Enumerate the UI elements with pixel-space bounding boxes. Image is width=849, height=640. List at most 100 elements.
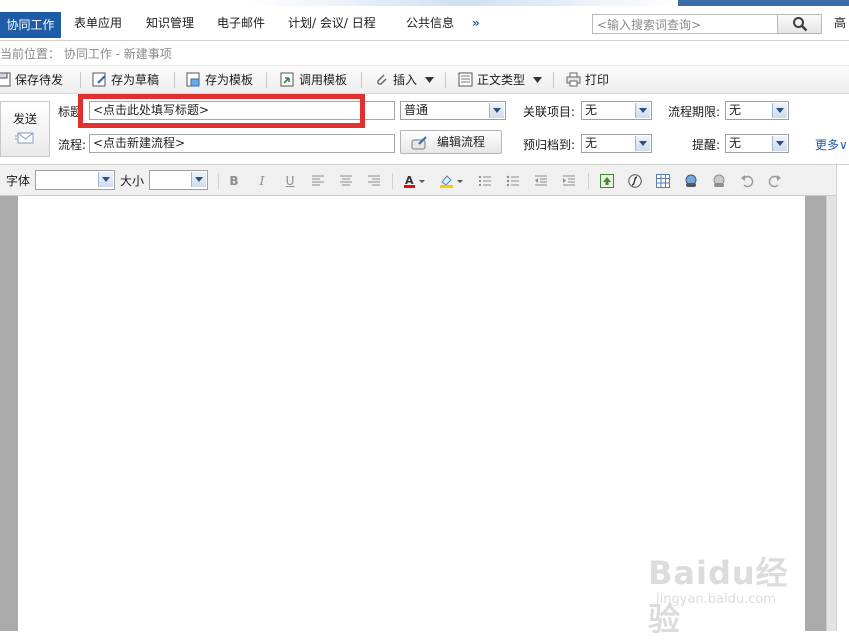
size-select[interactable] — [149, 170, 208, 190]
nav-tab-collab-work[interactable]: 协同工作 — [0, 12, 61, 38]
search-icon — [793, 17, 808, 32]
toolbar-divider — [361, 72, 362, 88]
print-label: 打印 — [585, 73, 610, 87]
title-highlight-box — [78, 94, 365, 128]
paperclip-icon — [377, 74, 387, 85]
nav-advanced-link[interactable]: 高 — [834, 14, 846, 31]
nav-tab-form-apps[interactable]: 表单应用 — [74, 12, 122, 34]
toolbar-divider — [218, 173, 219, 189]
insert-table-icon[interactable] — [656, 174, 670, 188]
right-panel-edge — [836, 165, 849, 631]
archive-select[interactable]: 无 — [581, 134, 652, 153]
edit-flow-label: 编辑流程 — [437, 135, 486, 149]
search-input[interactable]: <输入搜索词查询> — [592, 14, 778, 34]
redo-icon[interactable] — [768, 174, 782, 188]
toolbar-divider — [266, 72, 267, 88]
action-toolbar: 保存待发 存为草稿 存为模板 调用模板 插入 正文类型 打印 — [0, 66, 849, 94]
dropdown-arrow-icon[interactable] — [635, 136, 650, 151]
editor-toolbar: 字体 大小 B I U A — [0, 165, 849, 196]
italic-button[interactable]: I — [255, 174, 269, 188]
more-label: 更多 — [815, 138, 840, 152]
use-template-button[interactable]: 调用模板 — [280, 71, 347, 89]
deadline-select[interactable]: 无 — [725, 101, 789, 120]
template-save-icon — [186, 72, 200, 87]
toolbar-divider — [174, 72, 175, 88]
insert-menu-button[interactable]: 插入 — [374, 71, 434, 89]
save-draft-button[interactable]: 存为草稿 — [92, 71, 159, 89]
double-chevron-down-icon: ∨ — [839, 138, 848, 152]
dropdown-arrow-icon[interactable] — [635, 103, 650, 118]
remind-select[interactable]: 无 — [725, 134, 789, 153]
bold-button[interactable]: B — [227, 174, 241, 188]
undo-icon[interactable] — [740, 174, 754, 188]
remind-label: 提醒: — [692, 138, 721, 152]
remove-link-icon[interactable] — [712, 174, 726, 188]
more-options-link[interactable]: 更多∨ — [815, 136, 848, 153]
main-nav: 协同工作 表单应用 知识管理 电子邮件 计划/ 会议/ 日程 公共信息 » <输… — [0, 6, 849, 41]
priority-value: 普通 — [404, 103, 429, 117]
dropdown-caret-icon — [424, 77, 434, 83]
remind-value: 无 — [729, 136, 742, 150]
save-icon — [0, 72, 11, 87]
align-left-icon[interactable] — [311, 174, 325, 188]
save-draft-label: 存为草稿 — [111, 73, 160, 87]
nav-tab-knowledge[interactable]: 知识管理 — [146, 12, 194, 34]
flow-label: 流程: — [58, 138, 87, 152]
deadline-value: 无 — [729, 103, 742, 117]
save-pending-button[interactable]: 保存待发 — [0, 71, 63, 89]
archive-value: 无 — [585, 136, 598, 150]
nav-tab-plan-meeting[interactable]: 计划/ 会议/ 日程 — [288, 12, 376, 34]
toolbar-divider — [392, 173, 393, 189]
nav-more-arrows[interactable]: » — [472, 12, 480, 34]
indent-icon[interactable] — [562, 174, 576, 188]
use-template-label: 调用模板 — [299, 73, 348, 87]
related-project-label: 关联项目: — [523, 105, 576, 119]
baidu-watermark: Baidu经验 jingyan.baidu.com — [648, 548, 808, 638]
nav-tab-public-info[interactable]: 公共信息 — [406, 12, 454, 34]
edit-flow-button[interactable]: 编辑流程 — [400, 130, 502, 154]
numbered-list-icon[interactable] — [478, 174, 492, 188]
dropdown-arrow-icon[interactable] — [772, 103, 787, 118]
related-project-select[interactable]: 无 — [581, 101, 652, 120]
body-type-label: 正文类型 — [477, 73, 526, 87]
dropdown-arrow-icon[interactable] — [772, 136, 787, 151]
font-color-icon[interactable]: A — [404, 174, 428, 188]
flow-input[interactable]: <点击新建流程> — [89, 134, 395, 153]
watermark-url: jingyan.baidu.com — [656, 592, 776, 607]
related-project-value: 无 — [585, 103, 598, 117]
toolbar-divider — [445, 72, 446, 88]
size-label: 大小 — [120, 174, 145, 188]
toolbar-divider — [80, 72, 81, 88]
print-button[interactable]: 打印 — [566, 71, 609, 89]
body-type-menu-button[interactable]: 正文类型 — [458, 71, 542, 89]
item-form: 发送 标题 <点击此处填写标题> 普通 关联项目: 无 流程期限: 无 流程: … — [0, 94, 849, 165]
dropdown-arrow-icon[interactable] — [489, 103, 504, 118]
search-button[interactable] — [778, 14, 822, 34]
envelope-icon — [15, 132, 34, 144]
insert-image-icon[interactable] — [600, 174, 614, 188]
priority-select[interactable]: 普通 — [400, 101, 506, 120]
nav-tab-email[interactable]: 电子邮件 — [217, 12, 265, 34]
insert-flash-icon[interactable] — [628, 174, 642, 188]
send-button[interactable]: 发送 — [0, 101, 50, 157]
outdent-icon[interactable] — [534, 174, 548, 188]
align-center-icon[interactable] — [339, 174, 353, 188]
highlight-color-icon[interactable] — [440, 174, 466, 188]
save-pending-label: 保存待发 — [15, 73, 64, 87]
template-load-icon — [280, 72, 294, 87]
dropdown-arrow-icon[interactable] — [98, 172, 113, 187]
document-icon — [458, 72, 473, 87]
send-label: 发送 — [12, 112, 37, 126]
archive-label: 预归档到: — [523, 138, 576, 152]
underline-button[interactable]: U — [283, 174, 297, 188]
draft-icon — [92, 72, 106, 87]
breadcrumb: 当前位置： 协同工作 - 新建事项 — [0, 41, 849, 66]
toolbar-divider — [588, 173, 589, 189]
bullet-list-icon[interactable] — [506, 174, 520, 188]
save-template-button[interactable]: 存为模板 — [186, 71, 253, 89]
printer-icon — [566, 72, 581, 87]
dropdown-arrow-icon[interactable] — [191, 172, 206, 187]
align-right-icon[interactable] — [367, 174, 381, 188]
font-select[interactable] — [35, 170, 115, 190]
insert-link-icon[interactable] — [684, 174, 698, 188]
